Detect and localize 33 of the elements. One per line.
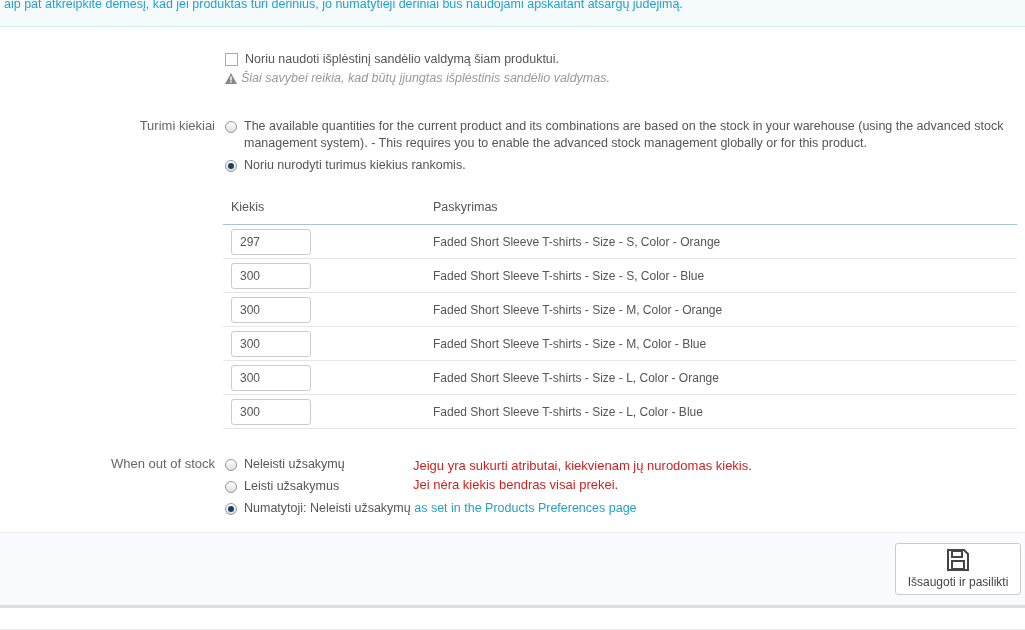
radio-button[interactable]: [225, 503, 237, 515]
quantity-field[interactable]: 300: [231, 330, 311, 357]
field-label: When out of stock: [109, 456, 216, 471]
radio-label: Leisti užsakymus: [244, 478, 340, 495]
radio-label: Noriu nurodyti turimus kiekius rankomis.: [244, 157, 466, 174]
radio-label: Numatytoji: Neleisti užsakymų as set in the Products Preferences page: [244, 500, 637, 517]
quantity-field[interactable]: 300: [231, 398, 311, 425]
table-cell: Faded Short Sleeve T-shirts - Size - M, Color - Blue: [425, 326, 1017, 361]
warning-text: Šiai savybei reikia, kad būtų įjungtas išplėstinis sandėlio valdymas.: [241, 71, 610, 85]
quantity-field[interactable]: 300: [231, 262, 311, 289]
table-cell: Faded Short Sleeve T-shirts - Size - S, Color - Orange: [425, 224, 1017, 259]
radio-button[interactable]: [225, 121, 237, 133]
table-cell: Faded Short Sleeve T-shirts - Size - M, Color - Orange: [425, 292, 1017, 327]
quantity-field[interactable]: 300: [231, 364, 311, 391]
save-button[interactable]: Išsaugoti ir pasilikti: [895, 543, 1021, 595]
table-cell: Faded Short Sleeve T-shirts - Size - L, Color - Blue: [425, 394, 1017, 429]
radio-button[interactable]: [225, 481, 237, 493]
radio-label: Neleisti užsakymų: [244, 456, 345, 473]
field-label: Turimi kiekiai: [138, 118, 216, 133]
radio-button[interactable]: [225, 160, 237, 172]
table-cell: Faded Short Sleeve T-shirts - Size - S, Color - Blue: [425, 258, 1017, 293]
checkbox-label: Noriu naudoti išplėstinį sandėlio valdymą šiam produktui.: [245, 52, 560, 66]
table-cell: Faded Short Sleeve T-shirts - Size - L, Color - Orange: [425, 360, 1017, 395]
annotation-text: Jei nėra kiekis bendras visai prekei.: [413, 476, 620, 494]
annotation-text: Jeigu yra sukurti atributai, kiekvienam jų nurodomas kiekis.: [413, 457, 752, 475]
column-header: Kiekis: [223, 200, 425, 225]
quantity-field[interactable]: 300: [231, 296, 311, 323]
radio-button[interactable]: [225, 459, 237, 471]
checkbox[interactable]: [225, 53, 238, 66]
radio-label: The available quantities for the current product and its combinations are based on the stock in your warehouse (using the advanced stock management system). - This requires you to enable the advanced stock management globally or for this product.: [244, 118, 1005, 152]
warning-icon: [225, 72, 237, 84]
quantity-field[interactable]: 297: [231, 228, 311, 255]
column-header: Paskyrimas: [425, 200, 1017, 225]
